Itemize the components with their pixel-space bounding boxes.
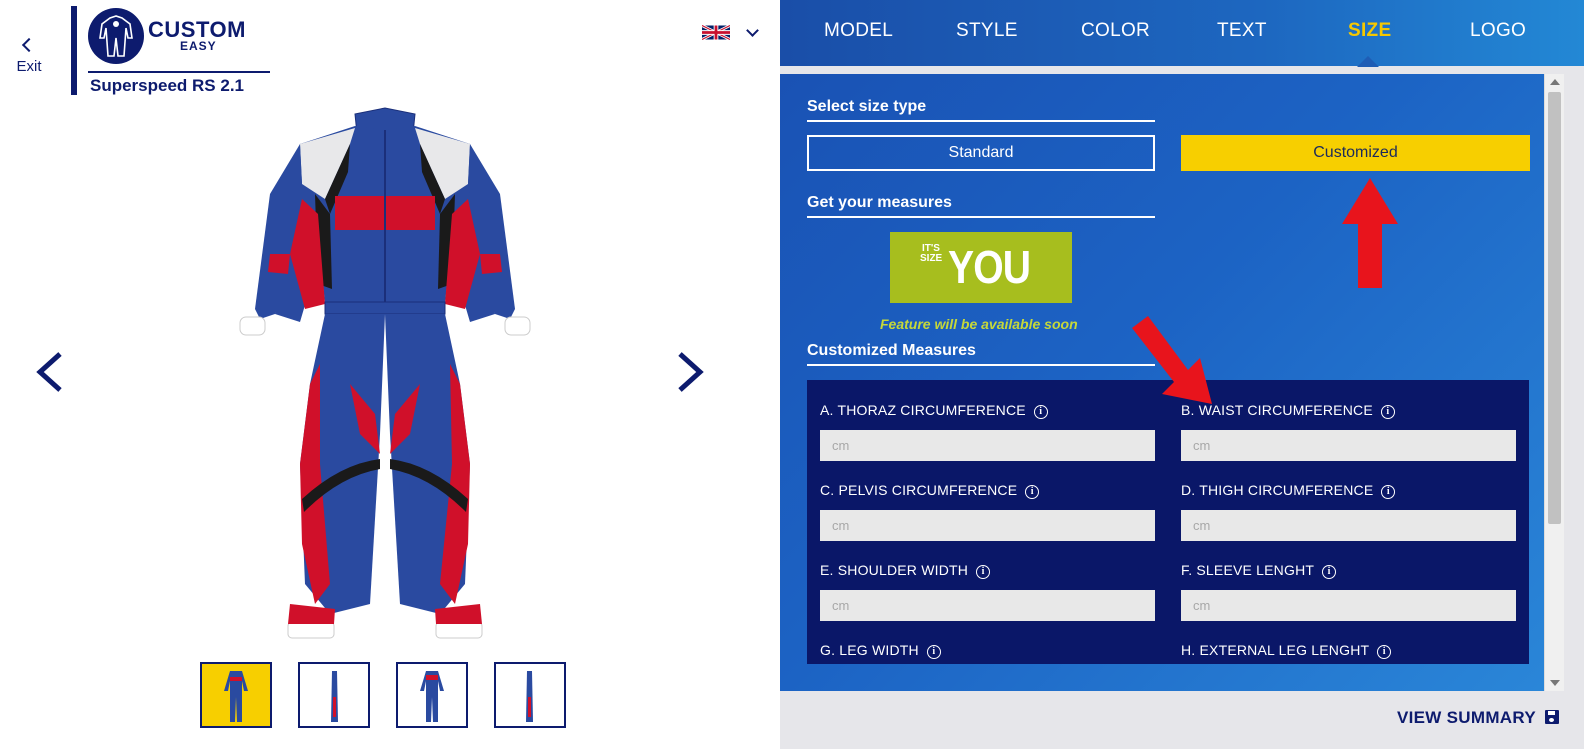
info-icon[interactable]: i: [1377, 645, 1392, 659]
brand-divider: [71, 6, 77, 95]
tab-model[interactable]: MODEL: [824, 20, 893, 42]
next-view-button[interactable]: [674, 352, 706, 392]
tab-color[interactable]: COLOR: [1081, 20, 1150, 42]
suit-side-thumbnail-icon: [526, 671, 533, 722]
field-label-text: C. PELVIS CIRCUMFERENCE: [820, 482, 1018, 498]
active-tab-indicator: [1357, 56, 1379, 67]
field-label-text: E. SHOULDER WIDTH: [820, 562, 969, 578]
itsize-logo-word: YOU: [948, 241, 1031, 293]
field-label-text: A. THORAZ CIRCUMFERENCE: [820, 402, 1026, 418]
select-size-type-title: Select size type: [807, 98, 927, 115]
field-label-pelvis: C. PELVIS CIRCUMFERENCE i: [820, 482, 1040, 499]
scroll-up-icon[interactable]: [1550, 79, 1560, 85]
thumbnail-back[interactable]: [396, 662, 468, 728]
info-icon[interactable]: i: [1381, 485, 1396, 499]
field-label-external-leg: H. EXTERNAL LEG LENGHT i: [1181, 642, 1392, 659]
field-label-text: F. SLEEVE LENGHT: [1181, 562, 1315, 578]
model-name: Superspeed RS 2.1: [90, 76, 245, 95]
sleeve-length-input[interactable]: [1181, 590, 1516, 621]
field-label-sleeve: F. SLEEVE LENGHT i: [1181, 562, 1337, 579]
thoraz-circumference-input[interactable]: [820, 430, 1155, 461]
view-thumbnails: [200, 662, 570, 728]
thumbnail-side-left[interactable]: [298, 662, 370, 728]
thigh-circumference-input[interactable]: [1181, 510, 1516, 541]
size-panel: Select size type Standard Customized Get…: [780, 74, 1544, 691]
uk-flag-icon: [702, 25, 730, 40]
preview-panel: Exit CUSTOM EASY Superspeed RS 2.1: [0, 0, 780, 749]
section-divider: [807, 364, 1155, 366]
section-divider: [807, 216, 1155, 218]
measures-form: A. THORAZ CIRCUMFERENCEi B. WAIST CIRCUM…: [807, 380, 1529, 664]
up-arrow-annotation-icon: [1342, 178, 1398, 288]
configurator-panel: MODEL STYLE COLOR TEXT SIZE LOGO Select …: [780, 0, 1584, 749]
info-icon[interactable]: i: [976, 565, 991, 579]
customized-measures-title: Customized Measures: [807, 342, 976, 359]
itsize-logo-size: SIZE: [920, 253, 943, 264]
field-label-text: D. THIGH CIRCUMFERENCE: [1181, 482, 1374, 498]
chevron-left-icon: [21, 37, 37, 53]
shoulder-width-input[interactable]: [820, 590, 1155, 621]
brand-underline: [88, 71, 270, 73]
tab-size[interactable]: SIZE: [1348, 20, 1391, 42]
tab-text[interactable]: TEXT: [1217, 20, 1267, 42]
language-selector[interactable]: [702, 24, 762, 42]
get-measures-title: Get your measures: [807, 194, 952, 211]
feature-availability-note: Feature will be available soon: [880, 316, 1078, 332]
chevron-right-icon: [678, 352, 704, 392]
down-right-arrow-annotation-icon: [1132, 316, 1212, 404]
previous-view-button[interactable]: [34, 352, 66, 392]
thumbnail-side-right[interactable]: [494, 662, 566, 728]
itsize-you-logo[interactable]: IT'S SIZE YOU: [890, 232, 1072, 303]
info-icon[interactable]: i: [926, 645, 941, 659]
standard-size-button[interactable]: Standard: [807, 135, 1155, 171]
tab-logo[interactable]: LOGO: [1470, 20, 1526, 42]
scroll-down-icon[interactable]: [1550, 680, 1560, 686]
brand-subname: EASY: [180, 39, 217, 53]
info-icon[interactable]: i: [1033, 405, 1048, 419]
suit-preview-image: [239, 107, 531, 639]
exit-button[interactable]: Exit: [14, 37, 44, 76]
exit-label: Exit: [16, 58, 42, 75]
step-tabs: MODEL STYLE COLOR TEXT SIZE LOGO: [780, 0, 1584, 67]
field-label-thoraz: A. THORAZ CIRCUMFERENCE i: [820, 402, 1048, 419]
field-label-leg-width: G. LEG WIDTH i: [820, 642, 941, 659]
tab-style[interactable]: STYLE: [956, 20, 1018, 42]
info-icon[interactable]: i: [1025, 485, 1040, 499]
waist-circumference-input[interactable]: [1181, 430, 1516, 461]
info-icon[interactable]: i: [1322, 565, 1337, 579]
thumbnail-front[interactable]: [200, 662, 272, 728]
field-label-thigh: D. THIGH CIRCUMFERENCE i: [1181, 482, 1396, 499]
chevron-left-icon: [36, 352, 62, 392]
section-divider: [807, 120, 1155, 122]
customized-size-button[interactable]: Customized: [1181, 135, 1530, 171]
itsize-logo-stack: IT'S SIZE: [920, 244, 942, 292]
suit-front-thumbnail-icon: [224, 671, 248, 722]
chevron-down-icon: [746, 24, 759, 37]
field-label-shoulder: E. SHOULDER WIDTH i: [820, 562, 991, 579]
field-label-text: H. EXTERNAL LEG LENGHT: [1181, 642, 1370, 658]
brand-logo-icon: [88, 8, 144, 64]
panel-scrollbar[interactable]: [1544, 74, 1564, 691]
info-icon[interactable]: i: [1380, 405, 1395, 419]
field-label-text: G. LEG WIDTH: [820, 642, 919, 658]
save-icon[interactable]: [1545, 710, 1559, 724]
suit-back-thumbnail-icon: [420, 671, 444, 722]
pelvis-circumference-input[interactable]: [820, 510, 1155, 541]
view-summary-button[interactable]: VIEW SUMMARY: [1397, 708, 1536, 728]
suit-side-thumbnail-icon: [331, 671, 338, 722]
scroll-thumb[interactable]: [1548, 92, 1561, 524]
